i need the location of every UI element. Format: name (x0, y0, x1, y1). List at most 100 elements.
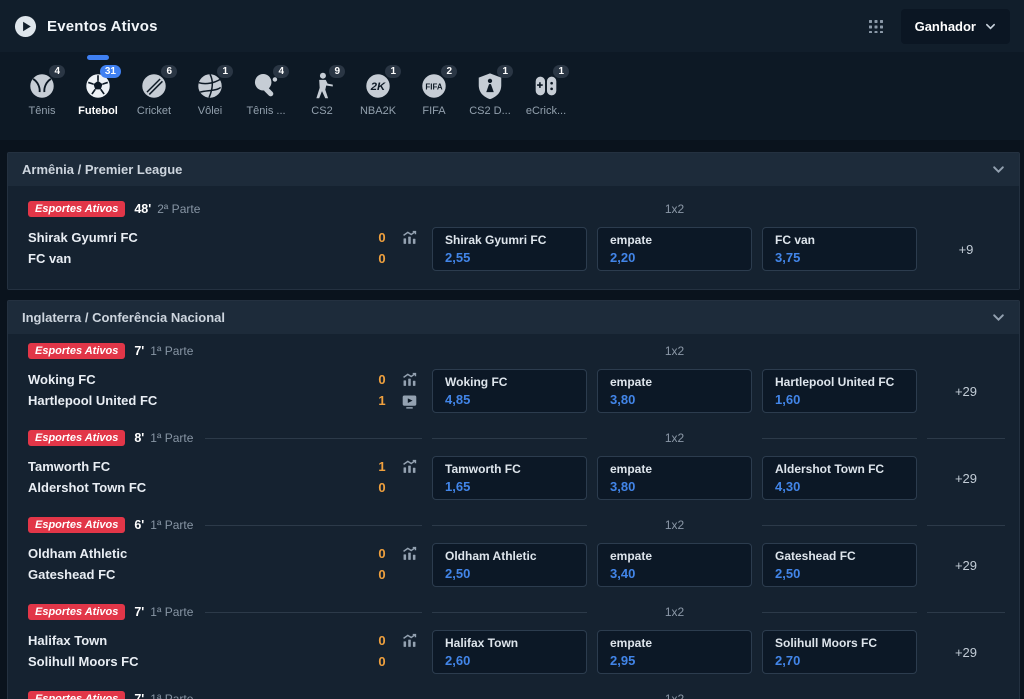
more-markets-count[interactable]: +9 (927, 227, 1005, 271)
odds-label: Shirak Gyumri FC (445, 233, 574, 247)
home-team-name: Woking FC (28, 369, 366, 390)
odds-button-away[interactable]: FC van 3,75 (762, 227, 917, 271)
odds-button-home[interactable]: Shirak Gyumri FC 2,55 (432, 227, 587, 271)
stats-icon[interactable] (401, 545, 418, 562)
match-teams[interactable]: Halifax Town Solihull Moors FC 0 0 (28, 630, 422, 674)
odds-button-draw[interactable]: empate 3,80 (597, 456, 752, 500)
sport-label: Tênis (29, 105, 56, 117)
odds-button-draw[interactable]: empate 3,80 (597, 369, 752, 413)
sport-count-badge: 4 (49, 65, 65, 78)
odds-button-draw[interactable]: empate 2,20 (597, 227, 752, 271)
match-time: 7' (134, 692, 144, 699)
match-time: 7' (134, 605, 144, 619)
match-teams[interactable]: Tamworth FC Aldershot Town FC 1 0 (28, 456, 422, 500)
events-list: Armênia / Premier League Esportes Ativos… (0, 140, 1024, 699)
odds-value: 2,50 (445, 566, 574, 581)
sport-count-badge: 1 (217, 65, 233, 78)
sport-tab-fifa[interactable]: FIFA 2 FIFA (406, 52, 462, 140)
home-team-name: Halifax Town (28, 630, 366, 651)
odds-label: Solihull Moors FC (775, 636, 904, 650)
odds-button-draw[interactable]: empate 3,40 (597, 543, 752, 587)
video-icon[interactable] (401, 393, 418, 410)
chevron-down-icon[interactable] (992, 311, 1005, 324)
odds-button-home[interactable]: Halifax Town 2,60 (432, 630, 587, 674)
sport-tab-soccer[interactable]: 31 Futebol (70, 52, 126, 140)
home-score: 0 (374, 543, 390, 564)
match-teams[interactable]: Oldham Athletic Gateshead FC 0 0 (28, 543, 422, 587)
sport-count-badge: 1 (553, 65, 569, 78)
sport-label: NBA2K (360, 105, 396, 117)
odds-value: 3,40 (610, 566, 739, 581)
match-period: 2ª Parte (157, 202, 200, 216)
market-selector-button[interactable]: Ganhador (901, 9, 1010, 44)
sport-count-badge: 9 (329, 65, 345, 78)
league-header[interactable]: Armênia / Premier League (8, 153, 1019, 186)
sport-tab-cs2[interactable]: 9 CS2 (294, 52, 350, 140)
odds-button-home[interactable]: Tamworth FC 1,65 (432, 456, 587, 500)
chevron-down-icon[interactable] (992, 163, 1005, 176)
odds-value: 2,70 (775, 653, 904, 668)
sport-label: CS2 D... (469, 105, 511, 117)
match-period: 1ª Parte (150, 344, 193, 358)
stats-icon[interactable] (401, 458, 418, 475)
match-row: Esportes Ativos 7' 1ª Parte 1x2 Woking F… (8, 334, 1019, 421)
home-score: 0 (374, 630, 390, 651)
odds-value: 2,60 (445, 653, 574, 668)
odds-label: empate (610, 462, 739, 476)
more-markets-count[interactable]: +29 (927, 369, 1005, 413)
odds-value: 4,30 (775, 479, 904, 494)
live-play-icon (14, 15, 37, 38)
divider-line (927, 438, 1005, 439)
sport-tab-tennis[interactable]: 4 Tênis (14, 52, 70, 140)
match-row: Esportes Ativos 8' 1ª Parte 1x2 Tamworth… (8, 421, 1019, 508)
match-row: Esportes Ativos 48' 2ª Parte 1x2 Shirak … (8, 186, 1019, 289)
market-label: 1x2 (597, 428, 752, 448)
more-markets-count[interactable]: +29 (927, 456, 1005, 500)
match-row: Esportes Ativos 7' 1ª Parte 1x2 (8, 682, 1019, 699)
sport-tab-e-cricket[interactable]: 1 eCrick... (518, 52, 574, 140)
more-markets-count[interactable]: +29 (927, 630, 1005, 674)
stats-icon[interactable] (401, 632, 418, 649)
sport-tab-cs2-danger[interactable]: 1 CS2 D... (462, 52, 518, 140)
odds-button-draw[interactable]: empate 2,95 (597, 630, 752, 674)
markets-grid-icon[interactable] (869, 19, 883, 33)
odds-button-away[interactable]: Gateshead FC 2,50 (762, 543, 917, 587)
divider-line (762, 612, 917, 613)
divider-line (205, 612, 422, 613)
stats-icon[interactable] (401, 229, 418, 246)
sport-tab-volleyball[interactable]: 1 Vôlei (182, 52, 238, 140)
stats-icon[interactable] (401, 371, 418, 388)
divider-line (432, 612, 587, 613)
market-label: 1x2 (597, 199, 752, 219)
odds-button-away[interactable]: Solihull Moors FC 2,70 (762, 630, 917, 674)
league-header[interactable]: Inglaterra / Conferência Nacional (8, 301, 1019, 334)
away-score: 1 (374, 390, 390, 411)
odds-button-home[interactable]: Oldham Athletic 2,50 (432, 543, 587, 587)
match-row: Esportes Ativos 7' 1ª Parte 1x2 Halifax … (8, 595, 1019, 682)
match-teams[interactable]: Shirak Gyumri FC FC van 0 0 (28, 227, 422, 271)
odds-button-home[interactable]: Woking FC 4,85 (432, 369, 587, 413)
sport-tab-nba2k[interactable]: 2K 1 NBA2K (350, 52, 406, 140)
sport-label: eCrick... (526, 105, 566, 117)
odds-label: FC van (775, 233, 904, 247)
match-teams[interactable]: Woking FC Hartlepool United FC 0 1 (28, 369, 422, 413)
divider-line (927, 612, 1005, 613)
divider-line (762, 525, 917, 526)
match-time: 8' (134, 431, 144, 445)
match-period: 1ª Parte (150, 692, 193, 699)
sport-tab-table-tennis[interactable]: 4 Tênis ... (238, 52, 294, 140)
league-title: Armênia / Premier League (22, 162, 182, 177)
league-section: Armênia / Premier League Esportes Ativos… (7, 152, 1020, 290)
live-badge: Esportes Ativos (28, 201, 125, 217)
away-score: 0 (374, 651, 390, 672)
market-selector-label: Ganhador (915, 19, 976, 34)
live-badge: Esportes Ativos (28, 604, 125, 620)
away-team-name: Hartlepool United FC (28, 390, 366, 411)
odds-button-away[interactable]: Aldershot Town FC 4,30 (762, 456, 917, 500)
odds-value: 3,75 (775, 250, 904, 265)
away-team-name: Solihull Moors FC (28, 651, 366, 672)
odds-button-away[interactable]: Hartlepool United FC 1,60 (762, 369, 917, 413)
sport-tab-cricket[interactable]: 6 Cricket (126, 52, 182, 140)
more-markets-count[interactable]: +29 (927, 543, 1005, 587)
sport-count-badge: 31 (100, 65, 121, 78)
